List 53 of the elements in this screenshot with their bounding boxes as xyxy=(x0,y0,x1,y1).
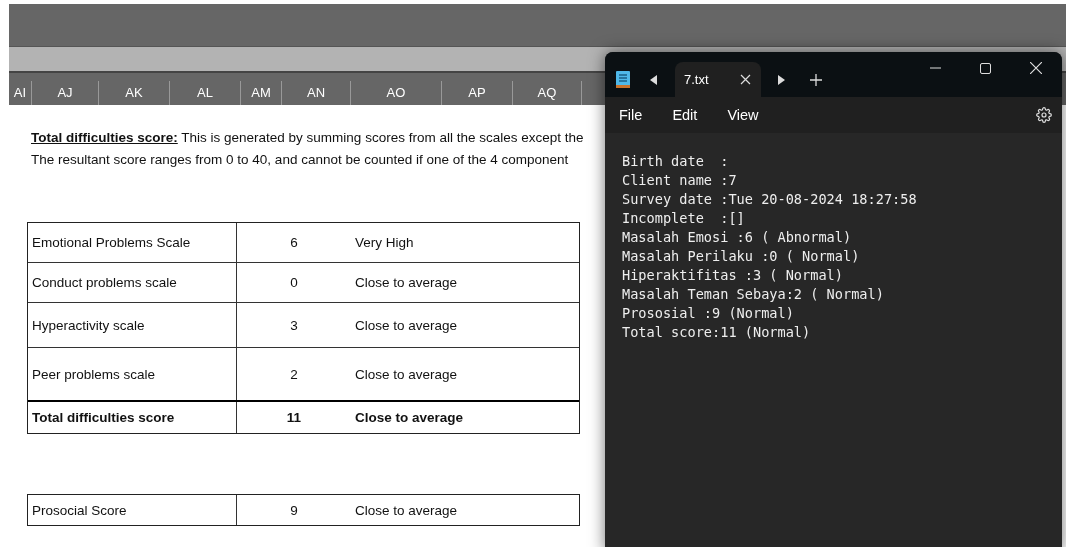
band-cell-text: Close to average xyxy=(354,502,458,518)
scroll-left-icon[interactable] xyxy=(650,74,658,85)
band-cell-text: Close to average xyxy=(354,410,464,425)
text-line: Masalah Perilaku :0 ( Normal) xyxy=(622,247,861,266)
scale-name-cell: Prosocial Score xyxy=(28,495,237,525)
score-cell-text: 6 xyxy=(289,235,299,250)
close-icon[interactable] xyxy=(1030,62,1042,74)
band-cell-text: Close to average xyxy=(354,366,458,382)
column-header[interactable]: AO xyxy=(351,81,442,105)
column-header[interactable]: AQ xyxy=(513,81,582,105)
score-cell-text: 11 xyxy=(285,410,303,425)
menu-item[interactable]: View xyxy=(727,107,759,123)
text-line: Birth date : xyxy=(622,152,730,171)
menu-item[interactable]: Edit xyxy=(672,107,698,123)
description-text: Total difficulties score: This is generated by summing scores from all the scales except the xyxy=(31,129,584,147)
scale-name-cell: Peer problems scale xyxy=(28,348,237,400)
scale-name-cell: Conduct problems scale xyxy=(28,263,237,302)
text-line: Client name :7 xyxy=(622,171,738,190)
column-header[interactable]: AK xyxy=(99,81,170,105)
band-cell-text: Close to average xyxy=(354,275,458,290)
scale-name-cell: Hyperactivity scale xyxy=(28,303,237,347)
text-line: Total score:11 (Normal) xyxy=(622,323,812,342)
column-header[interactable]: AL xyxy=(170,81,241,105)
column-header[interactable]: AN xyxy=(282,81,351,105)
score-cell-text: 0 xyxy=(289,275,299,290)
text-line: Masalah Emosi :6 ( Abnormal) xyxy=(622,228,853,247)
column-header[interactable]: AJ xyxy=(32,81,99,105)
notepad-icon xyxy=(616,71,630,88)
score-cell-text: 9 xyxy=(289,502,299,518)
band-cell-text: Very High xyxy=(354,235,414,250)
text-line: Survey date :Tue 20-08-2024 18:27:58 xyxy=(622,190,918,209)
scroll-right-icon[interactable] xyxy=(777,74,785,85)
column-header[interactable]: AM xyxy=(241,81,282,105)
description-text: The resultant score ranges from 0 to 40, and cannot be counted if one of the 4 component xyxy=(31,151,569,169)
text-line: Prososial :9 (Normal) xyxy=(622,304,795,323)
add-tab-icon[interactable] xyxy=(810,73,822,86)
file-tab[interactable]: 7.txt xyxy=(675,62,761,97)
menu-item[interactable]: File xyxy=(619,107,643,123)
settings-icon[interactable] xyxy=(1036,107,1052,123)
text-line: Masalah Teman Sebaya:2 ( Normal) xyxy=(622,285,885,304)
column-header[interactable]: AI xyxy=(9,81,32,105)
band-cell-text: Close to average xyxy=(354,317,458,333)
text-line: Hiperaktifitas :3 ( Normal) xyxy=(622,266,844,285)
score-cell-text: 2 xyxy=(289,366,299,382)
maximize-icon[interactable] xyxy=(979,62,991,74)
close-icon[interactable] xyxy=(740,74,751,85)
scale-name-cell: Emotional Problems Scale xyxy=(28,223,237,262)
minimize-icon[interactable] xyxy=(929,67,941,69)
scale-name-cell: Total difficulties score xyxy=(28,402,237,433)
score-cell-text: 3 xyxy=(289,317,299,333)
tab-label: 7.txt xyxy=(684,72,709,87)
text-line: Incomplete :[] xyxy=(622,209,746,228)
column-header[interactable]: AP xyxy=(442,81,513,105)
